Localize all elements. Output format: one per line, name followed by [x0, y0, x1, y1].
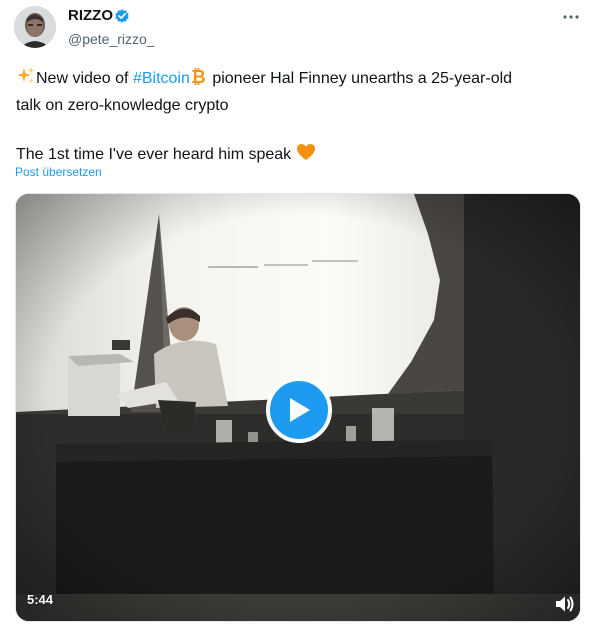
tweet-line-2: talk on zero-knowledge crypto — [16, 97, 229, 114]
hashtag-link[interactable]: #Bitcoin — [133, 70, 190, 87]
top-divider — [0, 0, 594, 3]
verified-badge-icon — [114, 8, 130, 24]
orange-heart-icon — [296, 142, 316, 170]
bitcoin-icon: ₿ — [190, 66, 208, 94]
video-player[interactable]: 5:44 — [15, 193, 581, 622]
mute-toggle-button[interactable] — [550, 592, 578, 616]
volume-icon — [556, 596, 574, 612]
sparkles-icon — [16, 66, 36, 94]
tweet-text-line3: The 1st time I've ever heard him speak — [16, 146, 292, 163]
svg-text:₿: ₿ — [191, 67, 206, 86]
more-options-button[interactable] — [558, 8, 584, 26]
tweet-card[interactable]: RIZZO @pete_rizzo_ New video of #Bitcoin — [0, 0, 594, 628]
video-duration: 5:44 — [27, 592, 54, 607]
tweet-text: New video of #Bitcoin ₿ pioneer Hal Finn… — [16, 66, 581, 170]
more-dots-icon — [563, 15, 579, 19]
tweet-line-1: New video of #Bitcoin ₿ pioneer Hal Finn… — [16, 66, 581, 94]
play-icon — [290, 398, 310, 422]
play-button[interactable] — [266, 377, 332, 443]
avatar[interactable] — [14, 6, 56, 48]
tweet-text-prefix: New video of — [36, 70, 129, 87]
tweet-text-suffix: pioneer Hal Finney unearths a 25-year-ol… — [212, 70, 513, 87]
author-name[interactable]: RIZZO — [68, 7, 113, 24]
translate-post-link[interactable]: Post übersetzen — [15, 165, 102, 179]
author-handle[interactable]: @pete_rizzo_ — [68, 31, 155, 47]
